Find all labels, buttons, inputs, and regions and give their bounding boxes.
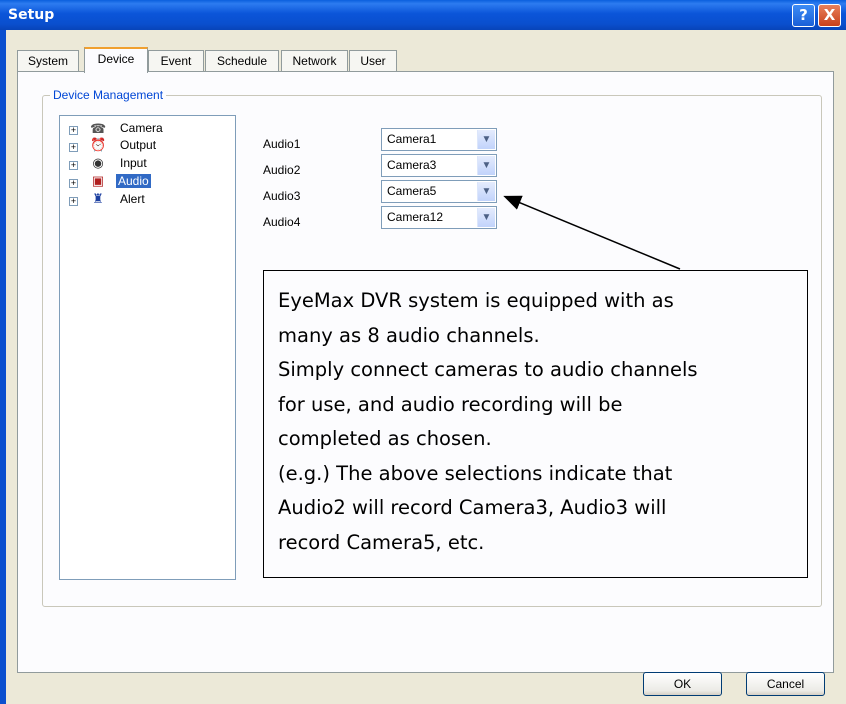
info-callout: EyeMax DVR system is equipped with as ma… [263, 270, 808, 578]
ok-button[interactable]: OK [643, 672, 722, 696]
tab-device[interactable]: Device [84, 47, 148, 73]
callout-line: completed as chosen. [278, 427, 492, 450]
callout-line: Audio2 will record Camera3, Audio3 will [278, 496, 667, 519]
callout-line: many as 8 audio channels. [278, 323, 540, 347]
callout-text: EyeMax DVR system is equipped with as ma… [278, 284, 798, 560]
setup-window: Setup ? X System Device Event Schedule N… [0, 0, 846, 704]
callout-line: record Camera5, etc. [278, 530, 485, 554]
callout-line: (e.g.) The above selections indicate tha… [278, 461, 673, 485]
callout-line: Simply connect cameras to audio channels [278, 358, 698, 381]
callout-line: for use, and audio recording will be [278, 392, 623, 416]
cancel-button[interactable]: Cancel [746, 672, 825, 696]
callout-line: EyeMax DVR system is equipped with as [278, 289, 674, 312]
